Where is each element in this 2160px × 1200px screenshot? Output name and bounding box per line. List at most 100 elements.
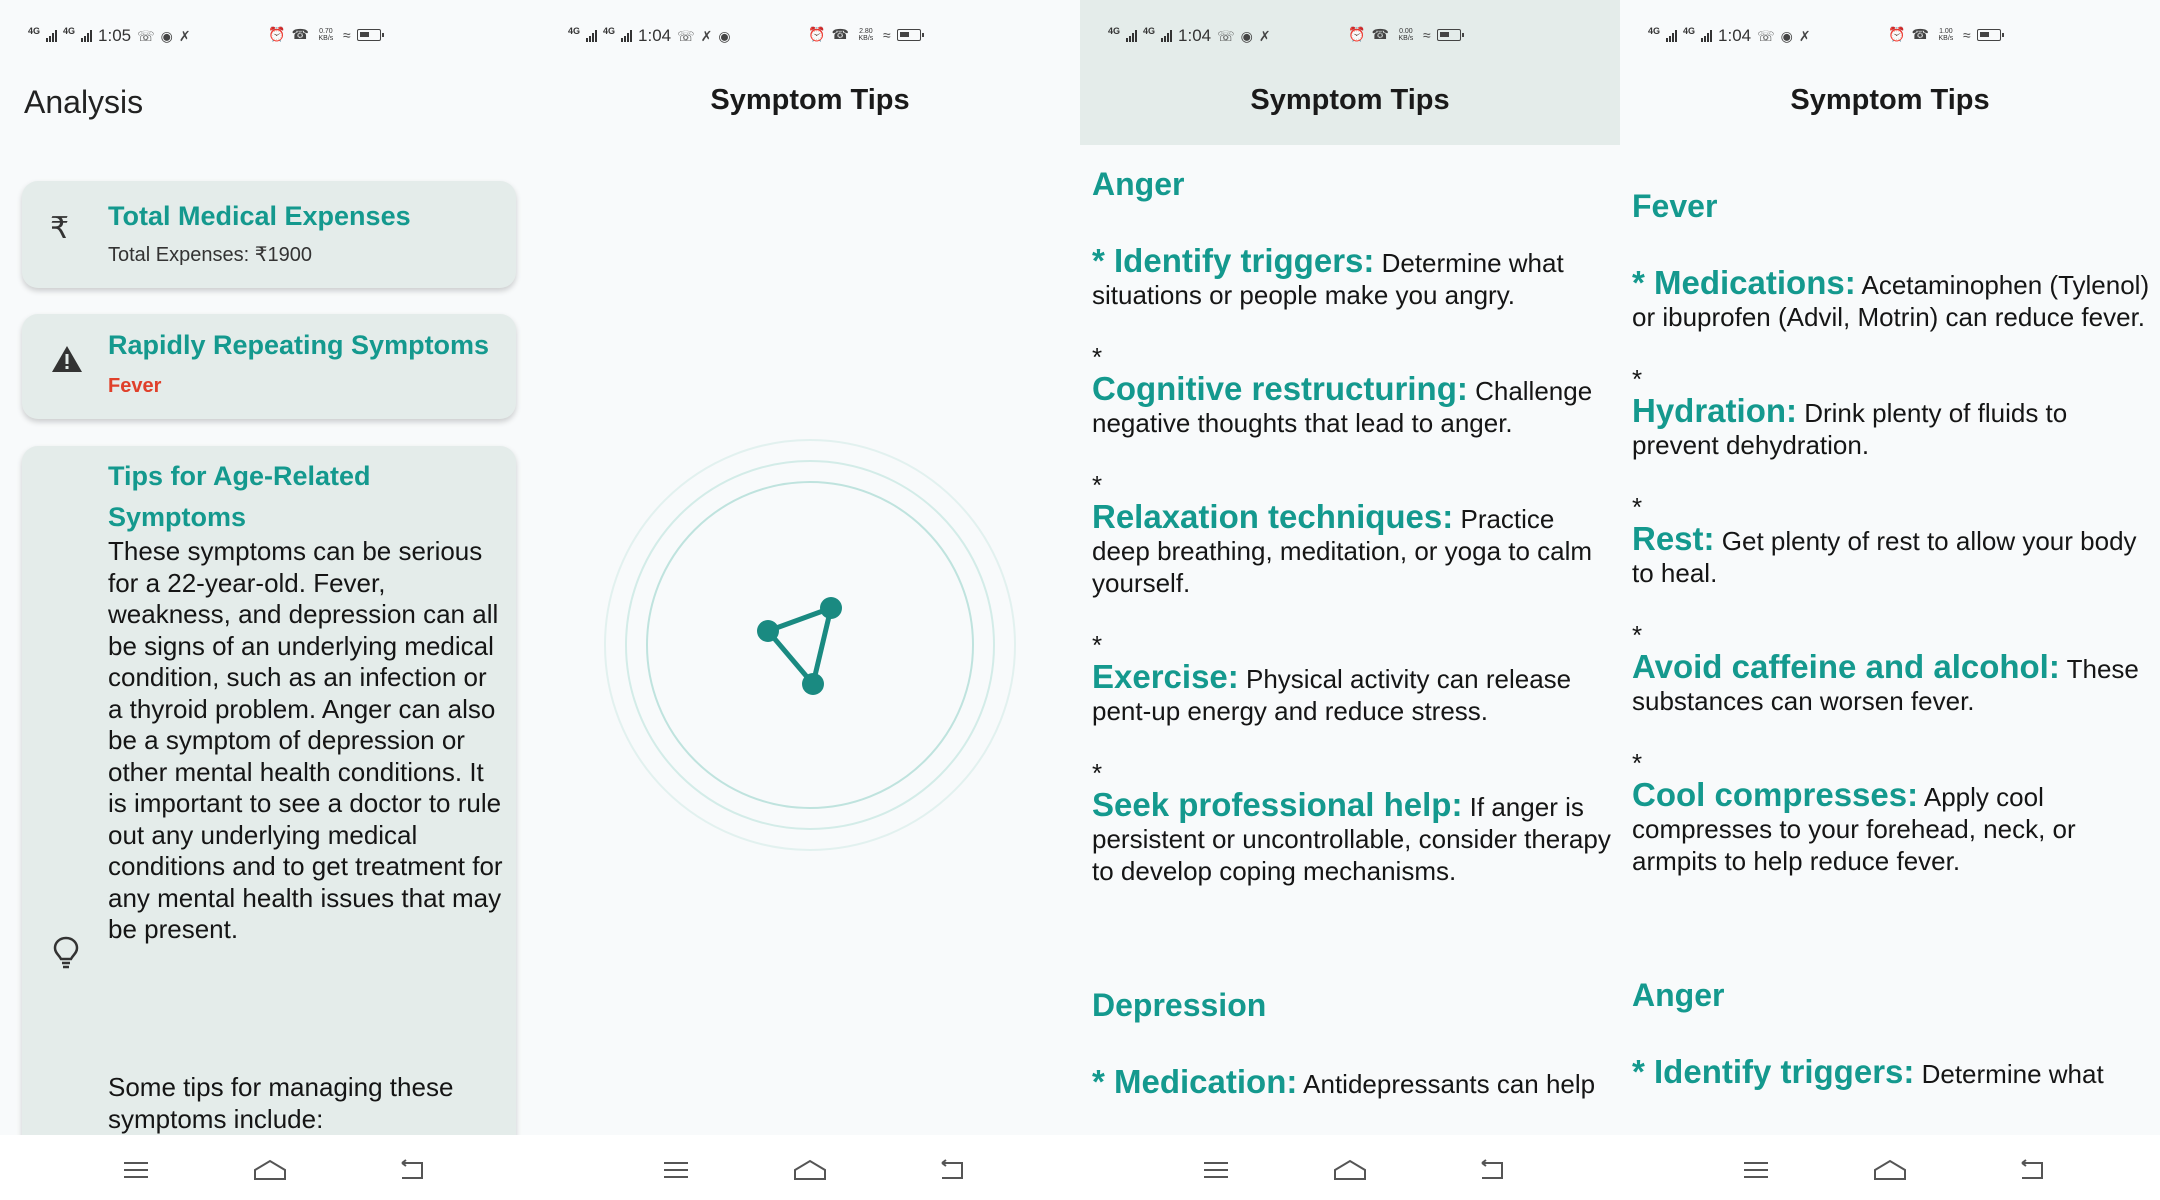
screens-strip: 4G 4G 1:05 ☏ ◉ ✗ ⏰ ☎ 0.70 KB/s ≈ Analysi… — [0, 0, 2160, 1200]
wifi-icon: ≈ — [1422, 26, 1431, 43]
network-label: 4G — [1648, 25, 1661, 36]
page-title: Symptom Tips — [1250, 84, 1450, 116]
signal-icon — [1666, 30, 1678, 42]
analysis-screen: 4G 4G 1:05 ☏ ◉ ✗ ⏰ ☎ 0.70 KB/s ≈ Analysi… — [0, 0, 540, 1200]
network-label: 4G — [63, 25, 76, 36]
notification-icon: ◉ — [1240, 27, 1253, 44]
tip-item: * Relaxation techniques: Practice deep b… — [1092, 469, 1612, 599]
tip-heading: Rest: — [1632, 520, 1715, 557]
bullet: * — [1632, 748, 1643, 778]
tip-item: * Exercise: Physical activity can releas… — [1092, 629, 1612, 727]
battery-icon — [896, 28, 924, 41]
warning-icon — [50, 344, 84, 382]
tip-heading: Identify triggers: — [1114, 242, 1375, 279]
category-heading: Depression — [1092, 987, 1267, 1023]
whatsapp-icon: ☏ — [137, 27, 155, 44]
navigation-bar — [540, 1135, 1080, 1200]
age-tips-card[interactable]: Tips for Age-Related Symptoms These symp… — [22, 446, 516, 1166]
category-heading: Fever — [1632, 188, 1718, 224]
alarm-icon: ⏰ — [1348, 26, 1366, 42]
tips-list: Fever * Medications: Acetaminophen (Tyle… — [1632, 188, 2152, 1090]
mute-icon: ✗ — [178, 27, 191, 44]
back-icon[interactable] — [2012, 1155, 2052, 1185]
category-heading: Anger — [1632, 977, 1725, 1013]
menu-icon[interactable] — [1196, 1155, 1236, 1185]
whatsapp-icon: ☏ — [1757, 27, 1775, 44]
menu-icon[interactable] — [656, 1155, 696, 1185]
clock: 1:05 — [98, 26, 132, 45]
back-icon[interactable] — [1472, 1155, 1512, 1185]
call-icon: ☎ — [831, 26, 849, 42]
tip-item: * Identify triggers: Determine what — [1632, 1053, 2152, 1090]
tip-heading: Cognitive restructuring: — [1092, 370, 1468, 407]
menu-icon[interactable] — [1736, 1155, 1776, 1185]
signal-icon — [1161, 30, 1173, 42]
card-subtitle: Total Expenses: ₹1900 — [108, 244, 312, 266]
page-title: Symptom Tips — [1790, 84, 1990, 116]
share-icon — [757, 597, 842, 695]
tip-item: * Rest: Get plenty of rest to allow your… — [1632, 491, 2152, 589]
tip-heading: Cool compresses: — [1632, 776, 1919, 813]
network-label: 4G — [1143, 25, 1156, 36]
home-icon[interactable] — [1330, 1155, 1370, 1185]
wifi-icon: ≈ — [342, 26, 351, 43]
tip-item: * Medications: Acetaminophen (Tylenol) o… — [1632, 264, 2152, 333]
home-icon[interactable] — [790, 1155, 830, 1185]
bullet: * — [1632, 264, 1645, 301]
bullet: * — [1632, 364, 1643, 394]
back-icon[interactable] — [392, 1155, 432, 1185]
network-label: 4G — [603, 25, 616, 36]
card-title: Rapidly Repeating Symptoms — [108, 330, 490, 360]
home-icon[interactable] — [250, 1155, 290, 1185]
alarm-icon: ⏰ — [268, 26, 286, 42]
bullet: * — [1092, 1063, 1105, 1100]
total-expenses-card[interactable]: ₹ Total Medical Expenses Total Expenses:… — [22, 181, 516, 288]
status-bar: 4G 4G 1:05 ☏ ◉ ✗ ⏰ ☎ 0.70 KB/s ≈ — [0, 0, 540, 70]
tip-item: * Hydration: Drink plenty of fluids to p… — [1632, 363, 2152, 461]
alarm-icon: ⏰ — [808, 26, 826, 42]
repeating-symptoms-card[interactable]: Rapidly Repeating Symptoms Fever — [22, 314, 516, 419]
tip-heading: Relaxation techniques: — [1092, 498, 1454, 535]
call-icon: ☎ — [1911, 26, 1929, 42]
status-bar: 4G 4G 1:04 ☏ ◉ ✗ ⏰ ☎ 0.00 KB/s ≈ — [1080, 0, 1620, 70]
lightbulb-icon — [52, 935, 80, 976]
navigation-bar — [1620, 1135, 2160, 1200]
bullet: * — [1632, 492, 1643, 522]
tip-heading: Medications: — [1654, 264, 1856, 301]
signal-icon — [81, 30, 93, 42]
page-title: Analysis — [24, 84, 144, 120]
bullet: * — [1092, 242, 1105, 279]
signal-icon — [1701, 30, 1713, 42]
menu-icon[interactable] — [116, 1155, 156, 1185]
notification-icon: ◉ — [160, 27, 173, 44]
network-label: 4G — [28, 25, 41, 36]
clock: 1:04 — [638, 26, 672, 45]
call-icon: ☎ — [1371, 26, 1389, 42]
bullet: * — [1632, 1053, 1645, 1090]
notification-icon: ◉ — [718, 27, 731, 44]
notification-icon: ◉ — [1780, 27, 1793, 44]
wifi-icon: ≈ — [882, 26, 891, 43]
battery-icon — [1976, 28, 2004, 41]
wifi-icon: ≈ — [1962, 26, 1971, 43]
tip-item: * Seek professional help: If anger is pe… — [1092, 757, 1612, 887]
bullet: * — [1092, 758, 1103, 788]
home-icon[interactable] — [1870, 1155, 1910, 1185]
network-speed: 1.00 KB/s — [1938, 27, 1954, 42]
bullet: * — [1632, 620, 1643, 650]
whatsapp-icon: ☏ — [677, 27, 695, 44]
tip-text: Antidepressants can help — [1297, 1069, 1596, 1099]
tip-item: * Identify triggers: Determine what situ… — [1092, 242, 1612, 311]
signal-icon — [1126, 30, 1138, 42]
alarm-icon: ⏰ — [1888, 26, 1906, 42]
clock: 1:04 — [1178, 26, 1212, 45]
navigation-bar — [0, 1135, 540, 1200]
tip-item: * Medication: Antidepressants can help — [1092, 1063, 1612, 1100]
tips-body: These symptoms can be serious for a 22-y… — [108, 536, 503, 944]
status-bar: 4G 4G 1:04 ☏ ✗ ◉ ⏰ ☎ 2.80 KB/s ≈ — [540, 0, 1080, 70]
back-icon[interactable] — [932, 1155, 972, 1185]
tip-heading: Avoid caffeine and alcohol: — [1632, 648, 2060, 685]
loading-indicator — [600, 435, 1020, 855]
symptom-tips-screen: 4G 4G 1:04 ☏ ◉ ✗ ⏰ ☎ 0.00 KB/s ≈ Symptom… — [1080, 0, 1620, 1200]
battery-icon — [356, 28, 384, 41]
